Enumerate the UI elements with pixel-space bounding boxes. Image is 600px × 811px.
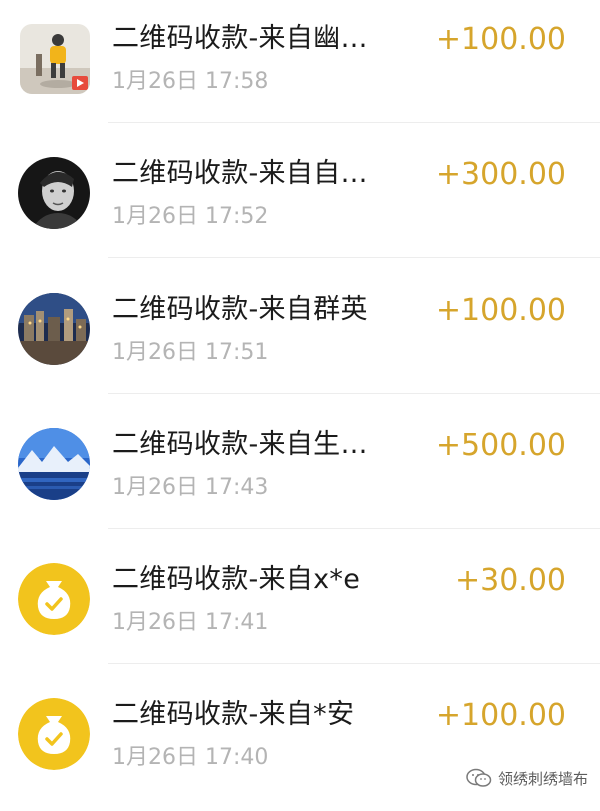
transaction-title: 二维码收款-来自*安 [112,699,355,730]
transaction-row[interactable]: 二维码收款-来自群英 1月26日 17:51 +100.00 [0,271,600,406]
transaction-amount: +100.00 [435,22,566,57]
transaction-title: 二维码收款-来自x*e [112,564,361,595]
transaction-amount: +30.00 [454,563,566,598]
transaction-time: 1月26日 17:52 [112,204,269,229]
wechat-icon [466,768,492,787]
watermark-text: 领绣刺绣墙布 [497,769,588,788]
transaction-time: 1月26日 17:51 [112,340,269,365]
row-divider [108,393,600,394]
transaction-row[interactable]: 二维码收款-来自自… 1月26日 17:52 +300.00 [0,135,600,270]
transaction-time: 1月26日 17:40 [112,745,269,770]
transaction-amount: +100.00 [435,293,566,328]
transaction-row[interactable]: 二维码收款-来自x*e 1月26日 17:41 +30.00 [0,541,600,676]
transaction-amount: +300.00 [435,157,566,192]
watermark: 领绣刺绣墙布 [466,765,588,791]
avatar-photo-icon [18,157,90,229]
row-divider [108,122,600,123]
row-divider [108,257,600,258]
transaction-title: 二维码收款-来自生… [112,429,368,460]
transaction-row[interactable]: 二维码收款-来自生… 1月26日 17:43 +500.00 [0,406,600,541]
money-bag-icon [18,698,90,770]
transaction-row[interactable]: 二维码收款-来自幽… 1月26日 17:58 +100.00 [0,0,600,135]
avatar-photo-icon [20,24,90,94]
transaction-amount: +100.00 [435,698,566,733]
money-bag-icon [18,563,90,635]
transaction-title: 二维码收款-来自群英 [112,294,368,325]
transaction-time: 1月26日 17:41 [112,610,269,635]
transaction-title: 二维码收款-来自自… [112,158,368,189]
transaction-title: 二维码收款-来自幽… [112,23,368,54]
row-divider [108,663,600,664]
avatar-photo-icon [18,428,90,500]
avatar-photo-icon [18,293,90,365]
transaction-amount: +500.00 [435,428,566,463]
transaction-time: 1月26日 17:58 [112,69,269,94]
transaction-time: 1月26日 17:43 [112,475,269,500]
row-divider [108,528,600,529]
